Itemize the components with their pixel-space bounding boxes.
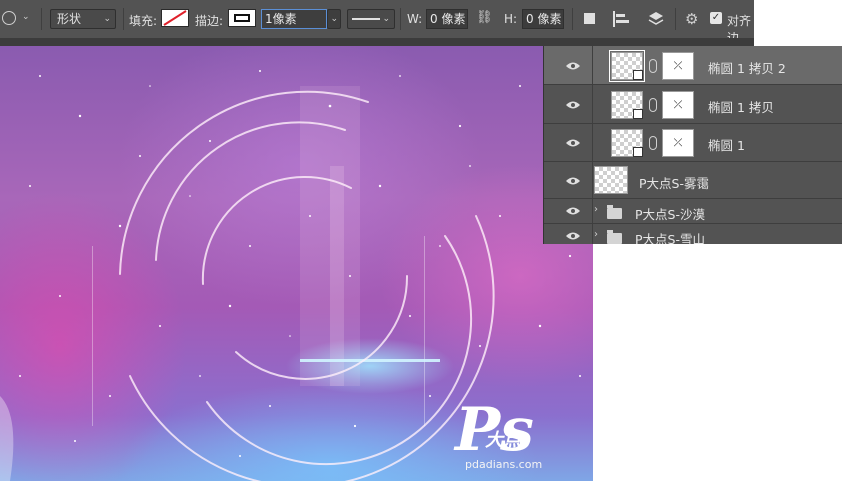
align-edges-checkbox[interactable]: ✓: [710, 12, 722, 24]
tool-mode-value: 形状: [57, 12, 82, 26]
chevron-down-icon: ⌄: [103, 14, 111, 24]
divider: [123, 8, 124, 30]
link-icon[interactable]: [649, 136, 657, 150]
stroke-style-select[interactable]: ⌄: [347, 9, 395, 29]
eye-icon[interactable]: [566, 101, 580, 109]
layer-name[interactable]: P大点S-沙漠: [635, 204, 705, 223]
stroke-style-line-icon: [352, 18, 380, 20]
layers-panel: ⤫ 椭圆 1 拷贝 2 ⤫ 椭圆 1 拷贝 ⤫ 椭圆 1 P大点S-雾霭 › P…: [543, 46, 842, 244]
stroke-width-dropdown[interactable]: ⌄: [327, 9, 341, 29]
chevron-down-icon: ⌄: [330, 14, 338, 24]
eye-icon[interactable]: [566, 207, 580, 215]
stroke-width-field[interactable]: 1像素: [261, 9, 327, 29]
layer-name[interactable]: 椭圆 1 拷贝: [708, 97, 774, 116]
vector-mask-thumbnail[interactable]: ⤫: [662, 91, 694, 119]
eye-icon[interactable]: [566, 177, 580, 185]
no-fill-swatch-icon: [163, 10, 187, 26]
divider: [592, 85, 593, 123]
layer-row[interactable]: › P大点S-雪山: [544, 224, 842, 244]
stroke-swatch-icon: [234, 14, 250, 22]
document-canvas[interactable]: Ps 大点 pdadians.com: [0, 46, 593, 481]
glow-line: [300, 359, 440, 362]
path-arrangement-icon[interactable]: [646, 10, 666, 28]
layer-thumbnail[interactable]: [609, 50, 645, 82]
tab-strip: [0, 38, 754, 46]
shape-layer-icon: [633, 109, 643, 119]
tool-mode-select[interactable]: 形状 ⌄: [50, 9, 116, 29]
width-value: 0 像素: [430, 12, 466, 26]
height-field[interactable]: 0 像素: [522, 9, 564, 29]
chevron-down-icon[interactable]: ⌄: [22, 12, 30, 22]
divider: [41, 8, 42, 30]
layer-row[interactable]: P大点S-雾霭: [544, 162, 842, 199]
layer-thumbnail[interactable]: [611, 129, 643, 157]
path-operations-icon[interactable]: [584, 13, 595, 24]
layer-name[interactable]: P大点S-雾霭: [639, 173, 709, 192]
shape-layer-icon: [633, 70, 643, 80]
stroke-swatch[interactable]: [228, 9, 256, 27]
divider: [592, 199, 593, 223]
eye-icon[interactable]: [566, 232, 580, 240]
options-bar: ⌄ 形状 ⌄ 填充: 描边: 1像素 ⌄ ⌄ W: 0 像素 ⛓ H: 0 像素: [0, 0, 754, 45]
stroke-label: 描边:: [195, 14, 224, 28]
link-icon[interactable]: [649, 98, 657, 112]
ps-logo: Ps 大点 pdadians.com: [455, 400, 565, 481]
layer-row[interactable]: ⤫ 椭圆 1 拷贝: [544, 85, 842, 124]
divider: [675, 8, 676, 30]
logo-sub-text: 大点: [485, 430, 521, 451]
height-label: H:: [504, 12, 518, 26]
layer-thumbnail[interactable]: [594, 166, 628, 194]
layer-row[interactable]: ⤫ 椭圆 1: [544, 124, 842, 162]
height-value: 0 像素: [526, 12, 562, 26]
stroke-width-value: 1像素: [265, 12, 297, 26]
layer-name[interactable]: 椭圆 1 拷贝 2: [708, 58, 786, 77]
planet-edge: [0, 396, 14, 481]
width-field[interactable]: 0 像素: [426, 9, 468, 29]
shape-layer-icon: [633, 147, 643, 157]
vector-mask-thumbnail[interactable]: ⤫: [662, 52, 694, 80]
layer-thumbnail[interactable]: [611, 91, 643, 119]
logo-url: pdadians.com: [465, 458, 543, 471]
divider: [572, 8, 573, 30]
folder-icon: [607, 230, 622, 244]
path-alignment-icon[interactable]: [612, 11, 630, 27]
ellipse-tool-icon[interactable]: [2, 11, 16, 25]
gear-icon[interactable]: ⚙: [685, 10, 698, 28]
divider: [592, 46, 593, 84]
layer-name[interactable]: P大点S-雪山: [635, 229, 705, 244]
fill-label: 填充:: [129, 14, 158, 28]
light-streaks: [92, 86, 425, 426]
folder-icon: [607, 205, 622, 219]
vector-mask-thumbnail[interactable]: ⤫: [662, 129, 694, 157]
eye-icon[interactable]: [566, 139, 580, 147]
eye-icon[interactable]: [566, 62, 580, 70]
fill-swatch[interactable]: [161, 9, 189, 27]
layer-name[interactable]: 椭圆 1: [708, 135, 745, 154]
layer-row[interactable]: ⤫ 椭圆 1 拷贝 2: [544, 46, 842, 85]
chevron-right-icon[interactable]: ›: [594, 204, 598, 215]
divider: [400, 8, 401, 30]
link-wh-icon[interactable]: ⛓: [476, 10, 493, 25]
chevron-right-icon[interactable]: ›: [594, 229, 598, 240]
chevron-down-icon: ⌄: [382, 14, 390, 24]
link-icon[interactable]: [649, 59, 657, 73]
divider: [592, 162, 593, 198]
layer-row[interactable]: › P大点S-沙漠: [544, 199, 842, 224]
divider: [592, 124, 593, 161]
divider: [592, 224, 593, 244]
width-label: W:: [407, 12, 423, 26]
